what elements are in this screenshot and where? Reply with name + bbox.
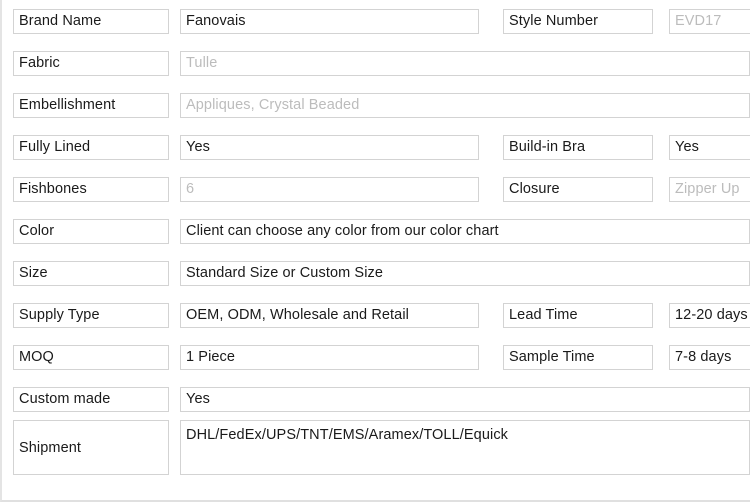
field-value-sample-time[interactable]: 7-8 days (669, 344, 750, 370)
cell-label-size: Size (2, 252, 176, 294)
field-label-fully-lined: Fully Lined (13, 134, 169, 160)
field-label-moq: MOQ (13, 344, 169, 370)
cell-label-closure: Closure (493, 168, 659, 210)
cell-value-fishbones[interactable]: 6 (176, 168, 493, 210)
field-value-build-in-bra[interactable]: Yes (669, 134, 750, 160)
cell-label-fishbones: Fishbones (2, 168, 176, 210)
cell-value-fully-lined[interactable]: Yes (176, 126, 493, 168)
cell-label-brand-name: Brand Name (2, 0, 176, 42)
cell-label-embellishment: Embellishment (2, 84, 176, 126)
table-row: Embellishment Appliques, Crystal Beaded (2, 84, 750, 126)
cell-label-style-number: Style Number (493, 0, 659, 42)
table-row: Brand Name Fanovais Style Number EVD17 (2, 0, 750, 42)
cell-label-fully-lined: Fully Lined (2, 126, 176, 168)
cell-value-brand-name[interactable]: Fanovais (176, 0, 493, 42)
table-row: Custom made Yes (2, 378, 750, 420)
field-label-size: Size (13, 260, 169, 286)
cell-value-supply-type[interactable]: OEM, ODM, Wholesale and Retail (176, 294, 493, 336)
table-row: Fabric Tulle (2, 42, 750, 84)
cell-value-color[interactable]: Client can choose any color from our col… (176, 210, 750, 252)
field-label-closure: Closure (503, 176, 653, 202)
cell-value-lead-time[interactable]: 12-20 days (659, 294, 750, 336)
field-label-fishbones: Fishbones (13, 176, 169, 202)
table-row: Size Standard Size or Custom Size (2, 252, 750, 294)
field-label-embellishment: Embellishment (13, 92, 169, 118)
cell-value-fabric[interactable]: Tulle (176, 42, 750, 84)
field-label-lead-time: Lead Time (503, 302, 653, 328)
cell-label-supply-type: Supply Type (2, 294, 176, 336)
field-value-lead-time[interactable]: 12-20 days (669, 302, 750, 328)
field-label-fabric: Fabric (13, 50, 169, 76)
cell-label-fabric: Fabric (2, 42, 176, 84)
field-label-supply-type: Supply Type (13, 302, 169, 328)
cell-label-moq: MOQ (2, 336, 176, 378)
field-value-closure[interactable]: Zipper Up (669, 176, 750, 202)
cell-value-sample-time[interactable]: 7-8 days (659, 336, 750, 378)
cell-value-moq[interactable]: 1 Piece (176, 336, 493, 378)
field-value-shipment[interactable]: DHL/FedEx/UPS/TNT/EMS/Aramex/TOLL/Equick (180, 420, 750, 475)
table-row: Fully Lined Yes Build-in Bra Yes (2, 126, 750, 168)
table-row: Color Client can choose any color from ou… (2, 210, 750, 252)
cell-value-closure[interactable]: Zipper Up (659, 168, 750, 210)
cell-label-custom-made: Custom made (2, 378, 176, 420)
cell-label-sample-time: Sample Time (493, 336, 659, 378)
field-value-brand-name[interactable]: Fanovais (180, 8, 479, 34)
field-value-size[interactable]: Standard Size or Custom Size (180, 260, 750, 286)
field-value-supply-type[interactable]: OEM, ODM, Wholesale and Retail (180, 302, 479, 328)
field-value-moq[interactable]: 1 Piece (180, 344, 479, 370)
product-specification-table: Brand Name Fanovais Style Number EVD17 Fabri… (2, 0, 750, 475)
table-body: Brand Name Fanovais Style Number EVD17 Fabri… (2, 0, 750, 475)
field-label-style-number: Style Number (503, 8, 653, 34)
table-row: Supply Type OEM, ODM, Wholesale and Retai… (2, 294, 750, 336)
field-value-style-number[interactable]: EVD17 (669, 8, 750, 34)
table-row: MOQ 1 Piece Sample Time 7-8 days (2, 336, 750, 378)
field-label-brand-name: Brand Name (13, 8, 169, 34)
cell-value-size[interactable]: Standard Size or Custom Size (176, 252, 750, 294)
field-value-color[interactable]: Client can choose any color from our col… (180, 218, 750, 244)
field-value-fabric[interactable]: Tulle (180, 50, 750, 76)
field-value-fully-lined[interactable]: Yes (180, 134, 479, 160)
cell-value-build-in-bra[interactable]: Yes (659, 126, 750, 168)
product-specification-panel: Brand Name Fanovais Style Number EVD17 Fabri… (0, 0, 750, 502)
cell-label-shipment: Shipment (2, 420, 176, 475)
field-label-color: Color (13, 218, 169, 244)
cell-value-shipment[interactable]: DHL/FedEx/UPS/TNT/EMS/Aramex/TOLL/Equick (176, 420, 750, 475)
field-value-custom-made[interactable]: Yes (180, 386, 750, 412)
cell-label-build-in-bra: Build-in Bra (493, 126, 659, 168)
field-label-custom-made: Custom made (13, 386, 169, 412)
cell-label-color: Color (2, 210, 176, 252)
field-value-embellishment[interactable]: Appliques, Crystal Beaded (180, 92, 750, 118)
field-value-fishbones[interactable]: 6 (180, 176, 479, 202)
field-label-sample-time: Sample Time (503, 344, 653, 370)
cell-value-style-number[interactable]: EVD17 (659, 0, 750, 42)
field-label-shipment: Shipment (13, 420, 169, 475)
table-row: Shipment DHL/FedEx/UPS/TNT/EMS/Aramex/TOL… (2, 420, 750, 475)
cell-value-custom-made[interactable]: Yes (176, 378, 750, 420)
field-label-build-in-bra: Build-in Bra (503, 134, 653, 160)
cell-value-embellishment[interactable]: Appliques, Crystal Beaded (176, 84, 750, 126)
table-row: Fishbones 6 Closure Zipper Up (2, 168, 750, 210)
cell-label-lead-time: Lead Time (493, 294, 659, 336)
